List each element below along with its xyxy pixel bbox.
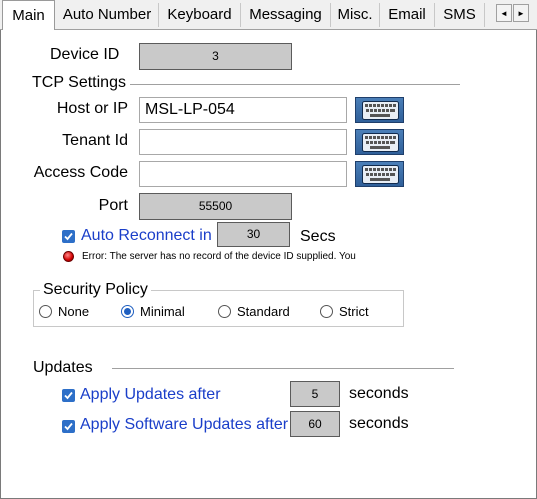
- auto-reconnect-label[interactable]: Auto Reconnect in: [81, 227, 212, 245]
- apply-software-updates-seconds: 60: [290, 411, 340, 437]
- auto-reconnect-checkbox[interactable]: [62, 230, 75, 243]
- access-code-label: Access Code: [33, 164, 128, 181]
- port-value: 55500: [139, 193, 292, 220]
- tab-messaging[interactable]: Messaging: [241, 3, 331, 27]
- keyboard-icon: [362, 101, 399, 120]
- tab-sms[interactable]: SMS: [435, 3, 485, 27]
- error-indicator-icon: [63, 251, 74, 262]
- host-keyboard-button[interactable]: [355, 97, 404, 123]
- device-id-value: 3: [139, 43, 292, 70]
- tenant-input[interactable]: [139, 129, 347, 155]
- security-none-label[interactable]: None: [58, 304, 89, 319]
- security-strict-label[interactable]: Strict: [339, 304, 369, 319]
- keyboard-icon: [362, 165, 399, 184]
- tab-main[interactable]: Main: [2, 0, 55, 30]
- apply-software-updates-label[interactable]: Apply Software Updates after: [80, 416, 288, 434]
- access-code-input[interactable]: [139, 161, 347, 187]
- tab-strip: Main Auto Number Keyboard Messaging Misc…: [0, 0, 537, 30]
- apply-software-updates-unit: seconds: [349, 415, 409, 432]
- apply-updates-seconds: 5: [290, 381, 340, 407]
- device-id-label: Device ID: [50, 46, 120, 63]
- security-minimal-radio[interactable]: [121, 305, 134, 318]
- updates-title: Updates: [33, 359, 93, 376]
- auto-reconnect-seconds: 30: [217, 222, 290, 247]
- security-minimal-label[interactable]: Minimal: [140, 304, 185, 319]
- apply-updates-unit: seconds: [349, 385, 409, 402]
- tenant-label: Tenant Id: [62, 132, 128, 149]
- apply-updates-label[interactable]: Apply Updates after: [80, 386, 221, 404]
- apply-updates-checkbox[interactable]: [62, 389, 75, 402]
- access-code-keyboard-button[interactable]: [355, 161, 404, 187]
- security-standard-label[interactable]: Standard: [237, 304, 290, 319]
- host-label: Host or IP: [56, 100, 128, 117]
- tab-scroll-right-icon[interactable]: ►: [513, 4, 529, 22]
- security-strict-radio[interactable]: [320, 305, 333, 318]
- port-label: Port: [98, 197, 128, 214]
- tab-email[interactable]: Email: [380, 3, 435, 27]
- security-standard-radio[interactable]: [218, 305, 231, 318]
- apply-software-updates-checkbox[interactable]: [62, 420, 75, 433]
- tenant-keyboard-button[interactable]: [355, 129, 404, 155]
- tcp-settings-title: TCP Settings: [32, 74, 126, 91]
- host-input[interactable]: [139, 97, 347, 123]
- checkmark-icon: [64, 232, 73, 241]
- checkmark-icon: [64, 391, 73, 400]
- security-policy-title: Security Policy: [40, 281, 151, 299]
- error-message: Error: The server has no record of the d…: [82, 251, 356, 262]
- updates-divider: [112, 368, 454, 369]
- tab-scroll-left-icon[interactable]: ◄: [496, 4, 512, 22]
- keyboard-icon: [362, 133, 399, 152]
- tab-keyboard[interactable]: Keyboard: [159, 3, 241, 27]
- auto-reconnect-unit: Secs: [300, 228, 336, 245]
- tab-auto-number[interactable]: Auto Number: [56, 3, 159, 27]
- tcp-settings-divider: [130, 84, 460, 85]
- tab-misc[interactable]: Misc.: [331, 3, 380, 27]
- security-none-radio[interactable]: [39, 305, 52, 318]
- checkmark-icon: [64, 422, 73, 431]
